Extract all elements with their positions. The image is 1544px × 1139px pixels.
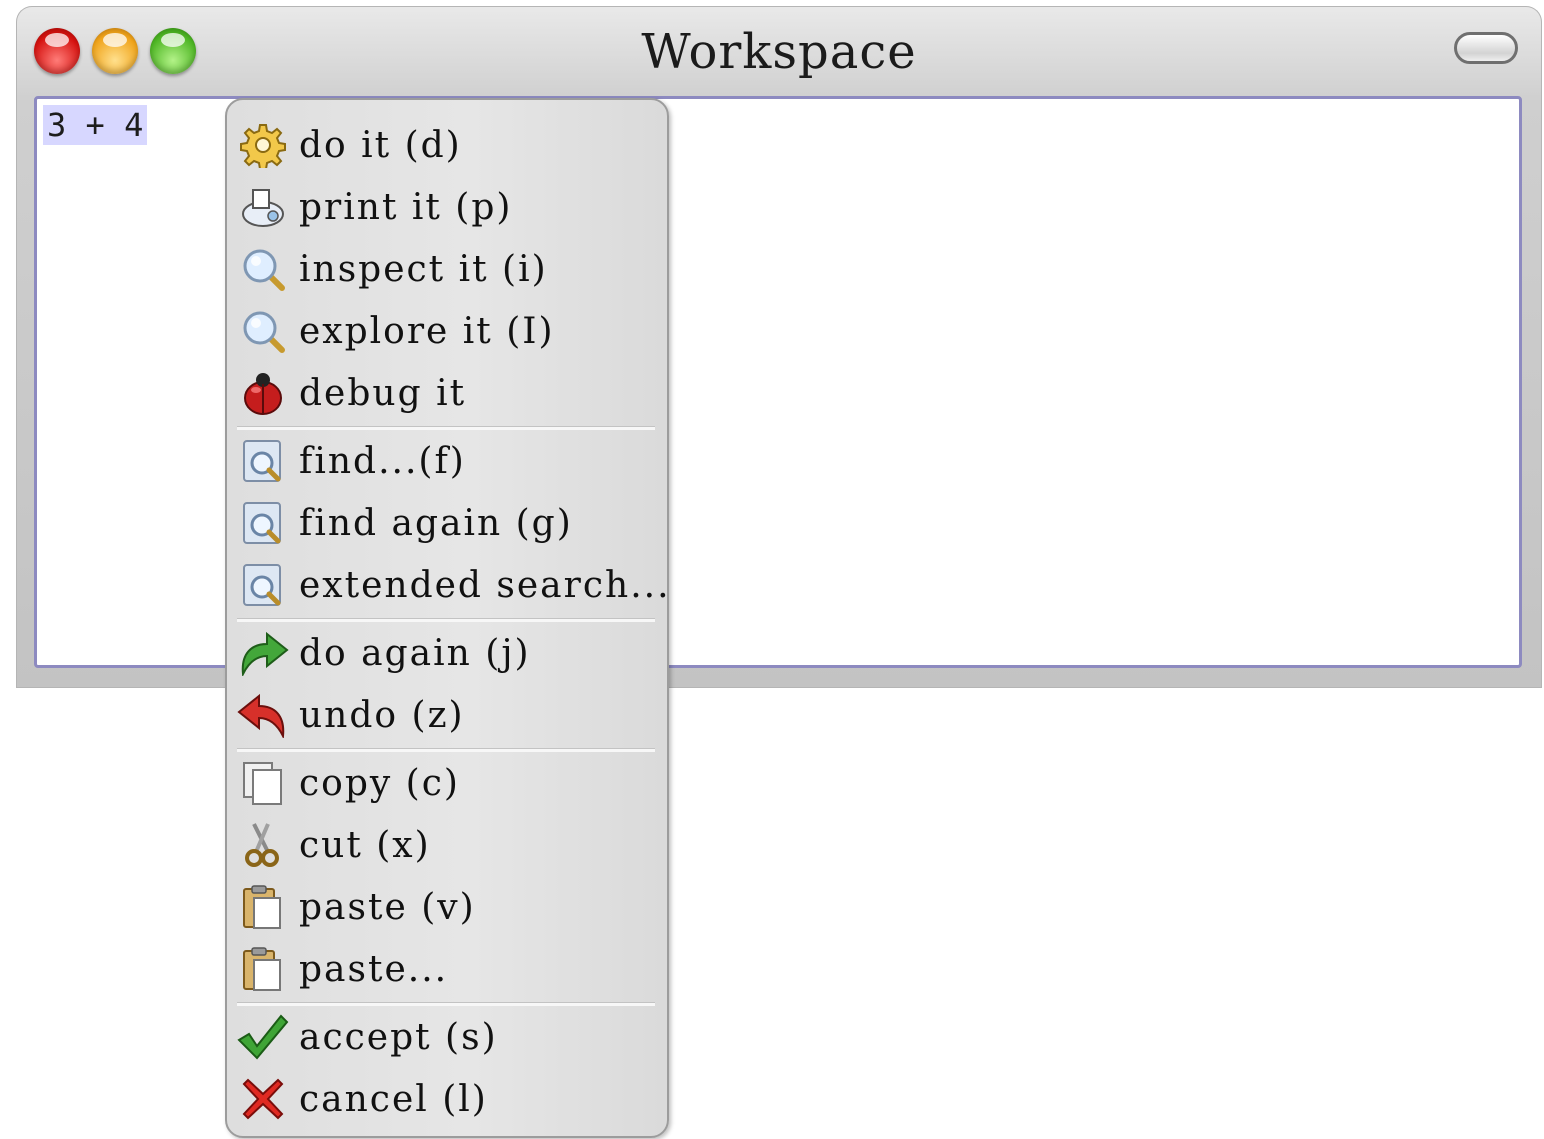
title-bar[interactable]: Workspace [16, 6, 1542, 94]
menu-item-print-it[interactable]: print it (p) [237, 178, 655, 236]
menu-item-extended-search[interactable]: extended search... [237, 556, 669, 614]
redo-arrow-icon [237, 627, 289, 679]
context-menu: do it (d) print it (p) inspect it (i) ex… [225, 98, 669, 1138]
find-icon [237, 435, 289, 487]
find-icon [237, 559, 289, 611]
paste-icon [237, 943, 289, 995]
menu-item-label: debug it [299, 372, 467, 414]
menu-item-label: do it (d) [299, 124, 462, 166]
magnifier-icon [237, 305, 289, 357]
ladybug-icon [237, 367, 289, 419]
menu-item-label: copy (c) [299, 762, 460, 804]
menu-item-find[interactable]: find...(f) [237, 432, 655, 490]
menu-item-label: accept (s) [299, 1016, 498, 1058]
menu-separator [237, 618, 655, 622]
menu-item-label: paste... [299, 948, 449, 990]
menu-item-label: undo (z) [299, 694, 465, 736]
menu-item-cut[interactable]: cut (x) [237, 816, 655, 874]
checkmark-icon [237, 1011, 289, 1063]
menu-item-do-again[interactable]: do again (j) [237, 624, 655, 682]
scissors-icon [237, 819, 289, 871]
find-icon [237, 497, 289, 549]
menu-item-label: inspect it (i) [299, 248, 548, 290]
menu-item-label: do again (j) [299, 632, 531, 674]
collapse-button[interactable] [1454, 32, 1518, 64]
red-x-icon [237, 1073, 289, 1125]
menu-item-do-it[interactable]: do it (d) [237, 116, 655, 174]
menu-item-paste[interactable]: paste (v) [237, 878, 655, 936]
copy-icon [237, 757, 289, 809]
menu-item-label: cut (x) [299, 824, 431, 866]
print-icon [237, 181, 289, 233]
menu-item-label: print it (p) [299, 186, 513, 228]
menu-item-label: extended search... [299, 564, 671, 606]
menu-item-inspect-it[interactable]: inspect it (i) [237, 240, 655, 298]
paste-icon [237, 881, 289, 933]
menu-item-find-again[interactable]: find again (g) [237, 494, 655, 552]
menu-item-copy[interactable]: copy (c) [237, 754, 655, 812]
menu-item-label: find again (g) [299, 502, 573, 544]
menu-item-debug-it[interactable]: debug it [237, 364, 655, 422]
menu-separator [237, 748, 655, 752]
menu-item-accept[interactable]: accept (s) [237, 1008, 655, 1066]
menu-separator [237, 1002, 655, 1006]
window-title: Workspace [641, 24, 917, 80]
magnifier-icon [237, 243, 289, 295]
menu-item-paste-special[interactable]: paste... [237, 940, 655, 998]
gear-icon [237, 119, 289, 171]
menu-item-label: find...(f) [299, 440, 466, 482]
menu-item-cancel[interactable]: cancel (l) [237, 1070, 655, 1128]
menu-item-label: paste (v) [299, 886, 476, 928]
menu-item-label: explore it (I) [299, 310, 555, 352]
selected-code[interactable]: 3 + 4 [43, 105, 148, 145]
menu-item-undo[interactable]: undo (z) [237, 686, 655, 744]
menu-item-label: cancel (l) [299, 1078, 488, 1120]
undo-arrow-icon [237, 689, 289, 741]
menu-item-explore-it[interactable]: explore it (I) [237, 302, 655, 360]
menu-separator [237, 426, 655, 430]
